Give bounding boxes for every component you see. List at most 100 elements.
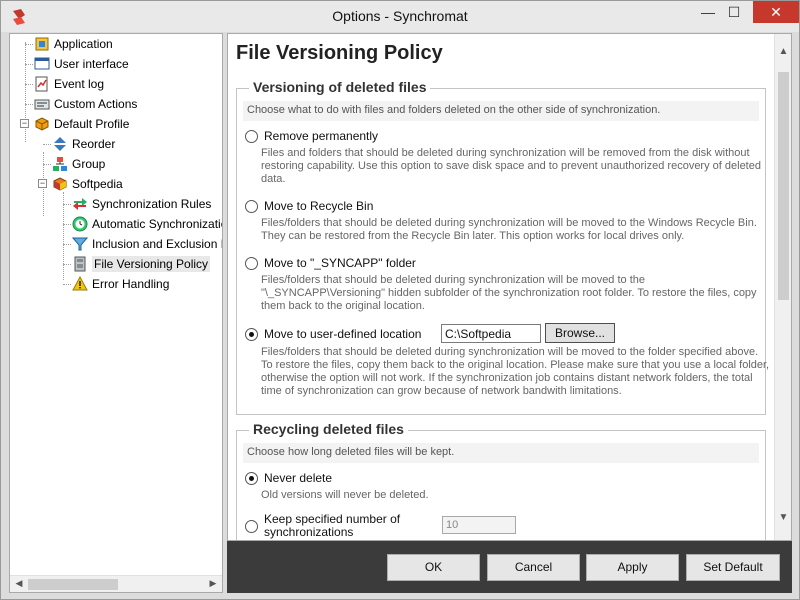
option-description: Files/folders that should be deleted dur… <box>261 217 757 242</box>
tree-item-event-log[interactable]: Event log <box>34 74 104 94</box>
tree-connector <box>63 264 71 265</box>
profile-cube-icon <box>53 177 67 191</box>
option-label: Keep specified number of synchronization… <box>264 512 401 539</box>
tree-connector <box>25 44 33 45</box>
option-label: Remove permanently <box>264 129 379 143</box>
ok-button[interactable]: OK <box>387 554 480 581</box>
group-legend: Recycling deleted files <box>249 421 408 437</box>
tree-item-file-versioning-policy[interactable]: File Versioning Policy <box>72 254 211 274</box>
tree-item-application[interactable]: Application <box>34 34 113 54</box>
event-log-icon <box>35 76 48 92</box>
group-description: Choose how long deleted files will be ke… <box>243 443 759 463</box>
user-interface-icon <box>34 57 50 70</box>
profile-icon <box>35 117 49 131</box>
tree-item-label: Automatic Synchronizatio <box>92 217 223 231</box>
location-path-input[interactable]: C:\Softpedia <box>441 324 541 343</box>
radio-button[interactable] <box>245 199 258 213</box>
collapse-expander[interactable]: − <box>38 179 47 188</box>
file-versioning-icon <box>74 256 86 272</box>
tree-connector <box>63 224 71 225</box>
tree-item-label: Default Profile <box>54 117 130 131</box>
option-description: Old versions will never be deleted. <box>261 489 429 501</box>
tree-item-label: Event log <box>54 77 105 91</box>
filter-icon <box>72 237 88 251</box>
options-window: Options - Synchromat — ☐ ✕ Application U… <box>0 0 800 600</box>
option-description: Files and folders that should be deleted… <box>261 147 761 185</box>
tree-item-default-profile[interactable]: Default Profile <box>34 114 129 134</box>
tree-connector <box>43 164 51 165</box>
scroll-left-arrow-icon[interactable]: ◀ <box>12 578 26 590</box>
option-user-defined-location[interactable]: Move to user-defined location <box>245 327 421 341</box>
scroll-thumb[interactable] <box>778 72 789 300</box>
tree-item-automatic-synchronization[interactable]: Automatic Synchronizatio <box>72 214 223 234</box>
tree-connector <box>63 244 71 245</box>
page-title: File Versioning Policy <box>236 42 443 64</box>
option-label: Move to Recycle Bin <box>264 199 374 213</box>
browse-button[interactable]: Browse... <box>545 323 615 343</box>
tree-item-label: Softpedia <box>72 177 123 191</box>
maximize-button[interactable]: ☐ <box>721 1 747 23</box>
recycling-group: Recycling deleted files Choose how long … <box>236 421 766 540</box>
content-vertical-scrollbar[interactable]: ▲ ▼ <box>774 34 791 540</box>
group-description: Choose what to do with files and folders… <box>243 101 759 121</box>
scroll-right-arrow-icon[interactable]: ▶ <box>206 578 220 590</box>
option-label: Move to "_SYNCAPP" folder <box>264 256 416 270</box>
radio-button[interactable] <box>245 129 258 143</box>
synchronizations-count-input[interactable]: 10 <box>442 516 516 534</box>
tree-item-error-handling[interactable]: Error Handling <box>72 274 169 294</box>
option-label: Never delete <box>264 471 333 485</box>
apply-button[interactable]: Apply <box>586 554 679 581</box>
tree-item-label: Custom Actions <box>54 97 138 111</box>
tree-item-synchronization-rules[interactable]: Synchronization Rules <box>72 194 211 214</box>
option-label: Move to user-defined location <box>264 327 422 341</box>
scroll-thumb[interactable] <box>28 579 118 590</box>
tree-item-label: Reorder <box>72 137 116 151</box>
close-button[interactable]: ✕ <box>753 1 799 23</box>
option-syncapp-folder[interactable]: Move to "_SYNCAPP" folder <box>245 256 416 270</box>
radio-button[interactable] <box>245 471 258 485</box>
sync-rules-icon <box>73 198 87 210</box>
title-bar: Options - Synchromat — ☐ ✕ <box>1 1 799 32</box>
option-remove-permanently[interactable]: Remove permanently <box>245 129 378 143</box>
radio-button[interactable] <box>245 256 258 270</box>
radio-button[interactable] <box>245 519 258 533</box>
option-description: Files/folders that should be deleted dur… <box>261 274 757 312</box>
tree-horizontal-scrollbar[interactable]: ◀ ▶ <box>10 575 222 592</box>
minimize-button[interactable]: — <box>695 1 721 23</box>
tree-item-label: User interface <box>54 57 129 71</box>
tree-connector <box>63 204 71 205</box>
tree-connector <box>25 104 33 105</box>
scroll-up-arrow-icon[interactable]: ▲ <box>777 46 790 60</box>
set-default-button[interactable]: Set Default <box>686 554 780 581</box>
tree-connector <box>63 284 71 285</box>
option-description: Files/folders that should be deleted dur… <box>261 346 770 397</box>
versioning-group: Versioning of deleted files Choose what … <box>236 79 769 415</box>
cancel-button[interactable]: Cancel <box>487 554 580 581</box>
auto-sync-icon <box>72 216 88 232</box>
option-recycle-bin[interactable]: Move to Recycle Bin <box>245 199 373 213</box>
tree-item-softpedia[interactable]: Softpedia <box>52 174 123 194</box>
options-tree: Application User interface Event log Cus… <box>9 33 223 593</box>
custom-actions-icon <box>34 99 50 110</box>
tree-item-reorder[interactable]: Reorder <box>52 134 115 154</box>
scroll-down-arrow-icon[interactable]: ▼ <box>777 512 790 526</box>
reorder-icon <box>54 137 66 151</box>
tree-item-label: Application <box>54 37 113 51</box>
radio-button[interactable] <box>245 327 258 341</box>
dialog-footer: OK Cancel Apply Set Default <box>227 541 792 593</box>
tree-item-label: Error Handling <box>92 277 170 291</box>
collapse-expander[interactable]: − <box>20 119 29 128</box>
option-never-delete[interactable]: Never delete <box>245 471 332 485</box>
tree-item-inclusion-exclusion[interactable]: Inclusion and Exclusion F <box>72 234 222 254</box>
window-title: Options - Synchromat <box>332 8 468 24</box>
tree-item-user-interface[interactable]: User interface <box>34 54 129 74</box>
settings-page: File Versioning Policy Versioning of del… <box>227 33 792 541</box>
tree-item-custom-actions[interactable]: Custom Actions <box>34 94 137 114</box>
warning-icon <box>72 276 88 291</box>
tree-connector <box>63 192 64 280</box>
application-icon <box>35 37 49 51</box>
tree-item-group[interactable]: Group <box>52 154 105 174</box>
tree-item-label: File Versioning Policy <box>92 256 211 272</box>
group-icon <box>53 157 67 171</box>
option-keep-specified-number[interactable]: Keep specified number of synchronization… <box>245 513 405 539</box>
